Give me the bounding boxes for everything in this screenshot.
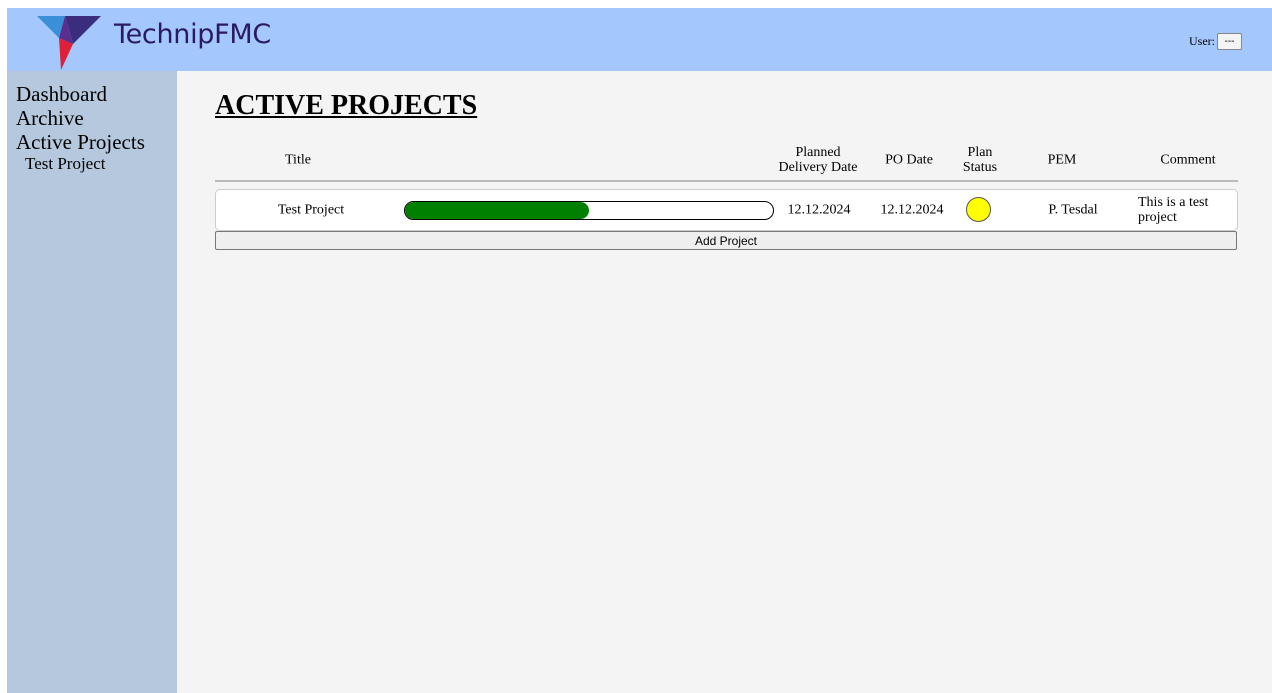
row-comment: This is a test project xyxy=(1138,195,1209,225)
column-header-planned-delivery-date: Planned Delivery Date xyxy=(778,145,858,175)
progress-bar xyxy=(404,201,774,220)
user-label: User: xyxy=(1189,34,1215,48)
sidebar-item-active-projects[interactable]: Active Projects xyxy=(7,130,177,154)
row-title: Test Project xyxy=(277,202,345,218)
top-header: TechnipFMC User: --- xyxy=(7,8,1272,71)
page-title: ACTIVE PROJECTS xyxy=(215,90,478,121)
main-content: ACTIVE PROJECTS Title Planned Delivery D… xyxy=(177,71,1272,693)
column-header-po-date: PO Date xyxy=(885,152,933,168)
add-project-button[interactable]: Add Project xyxy=(215,231,1237,250)
brand-name: TechnipFMC xyxy=(114,19,271,50)
column-header-comment: Comment xyxy=(1160,152,1216,168)
sidebar-item-archive[interactable]: Archive xyxy=(7,106,177,130)
row-po-date: 12.12.2024 xyxy=(880,202,944,218)
table-header: Title Planned Delivery Date PO Date Plan… xyxy=(215,140,1238,182)
plan-status-indicator xyxy=(966,197,991,222)
user-menu-button[interactable]: --- xyxy=(1217,33,1242,50)
sidebar: Dashboard Archive Active Projects Test P… xyxy=(7,71,177,693)
logo-mark-icon xyxy=(37,16,101,70)
user-area: User: --- xyxy=(1189,33,1242,50)
sidebar-subitem-test-project[interactable]: Test Project xyxy=(7,154,177,173)
table-row[interactable]: Test Project 12.12.2024 12.12.2024 P. Te… xyxy=(215,189,1238,231)
column-header-plan-status: Plan Status xyxy=(962,145,998,175)
technipfmc-logo: TechnipFMC xyxy=(37,14,337,70)
row-pem: P. Tesdal xyxy=(1048,202,1098,218)
column-header-pem: PEM xyxy=(1047,152,1077,168)
sidebar-item-dashboard[interactable]: Dashboard xyxy=(7,82,177,106)
row-planned-delivery-date: 12.12.2024 xyxy=(787,202,851,218)
progress-bar-fill xyxy=(405,202,589,219)
